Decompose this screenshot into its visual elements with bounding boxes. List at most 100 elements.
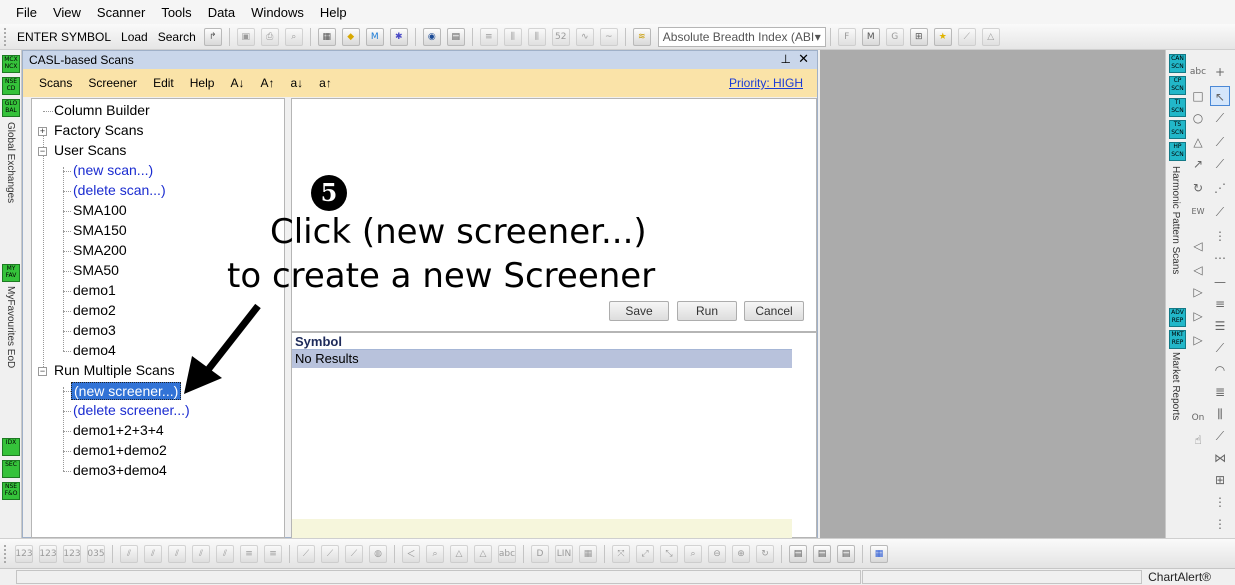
fib-retrace-icon[interactable]: ☰ — [1210, 316, 1230, 336]
tree-column-builder[interactable]: Column Builder — [54, 102, 150, 118]
fan1-icon[interactable]: ⟋ — [297, 544, 315, 563]
nse-cd-badge[interactable]: NSE CD — [2, 77, 20, 95]
pointer-icon[interactable]: ↖ — [1210, 86, 1230, 106]
nav-right3-icon[interactable]: ▷ — [1188, 330, 1208, 350]
run-button[interactable]: Run — [677, 301, 737, 321]
wave-icon[interactable]: ∿ — [575, 27, 594, 46]
tree-scan-item[interactable]: demo3 — [73, 322, 116, 338]
priority-link[interactable]: Priority: HIGH — [721, 76, 811, 90]
menu-help[interactable]: Help — [312, 5, 355, 20]
tree-scan-item[interactable]: SMA100 — [73, 202, 127, 218]
ts-scn-badge[interactable]: TS SCN — [1169, 120, 1186, 139]
nav-left2-icon[interactable]: ◁ — [1188, 260, 1208, 280]
collapse-icon[interactable]: − — [38, 147, 47, 156]
harmonic-pattern-scans-label[interactable]: Harmonic Pattern Scans — [1170, 166, 1181, 274]
globe-icon[interactable]: ◉ — [422, 27, 441, 46]
zoom-icon[interactable]: ⤡ — [660, 544, 678, 563]
curve-icon[interactable]: ↻ — [1188, 178, 1208, 198]
tree-new-screener[interactable]: (new screener...) — [71, 382, 182, 400]
gann-fan-icon[interactable]: ⟋ — [1210, 426, 1230, 446]
lin-icon[interactable]: LIN — [555, 544, 573, 563]
fan3-icon[interactable]: ⟋ — [345, 544, 363, 563]
sec-badge[interactable]: SEC — [2, 460, 20, 478]
network-icon[interactable]: ✱ — [389, 27, 408, 46]
myfav-badge[interactable]: MY FAV — [2, 264, 20, 282]
lines1-icon[interactable]: ≡ — [240, 544, 258, 563]
window-icon[interactable]: ▤ — [446, 27, 465, 46]
arc-icon[interactable]: ◠ — [1210, 360, 1230, 380]
elliott-wave-icon[interactable]: EW — [1188, 202, 1208, 222]
casl-menu-edit[interactable]: Edit — [145, 76, 182, 90]
tree-scan-item[interactable]: SMA50 — [73, 262, 119, 278]
tree-screener-item[interactable]: demo1+2+3+4 — [73, 422, 164, 438]
adv-rep-badge[interactable]: ADV REP — [1169, 308, 1186, 327]
ray-icon[interactable]: ⟋ — [1210, 132, 1230, 152]
triangle-tool-icon[interactable]: △ — [1188, 132, 1208, 152]
wave3-icon[interactable]: ⫽ — [168, 544, 186, 563]
number2-icon[interactable]: 123 — [39, 544, 57, 563]
collapse-icon[interactable]: − — [38, 367, 47, 376]
mkt-rep-badge[interactable]: MKT REP — [1169, 330, 1186, 349]
myfavourites-label[interactable]: MyFavourites EoD — [5, 286, 16, 368]
ma-icon[interactable]: ~ — [599, 27, 618, 46]
tree-screener-item[interactable]: demo3+demo4 — [73, 462, 167, 478]
search-button[interactable]: Search — [153, 28, 201, 46]
idx-badge[interactable]: IDX — [2, 438, 20, 456]
text-tool-icon[interactable]: abc — [1188, 62, 1208, 82]
magnify-chart-icon[interactable]: ⌕ — [426, 544, 444, 563]
chart-area[interactable] — [820, 50, 1165, 538]
nav-left-icon[interactable]: ◁ — [1188, 236, 1208, 256]
hline-tool-icon[interactable]: — — [1210, 272, 1230, 292]
print-preview-icon[interactable]: ⌕ — [284, 27, 303, 46]
arrow-tool-icon[interactable]: ↗ — [1188, 154, 1208, 174]
save-button[interactable]: Save — [609, 301, 669, 321]
wave5-icon[interactable]: ⫽ — [216, 544, 234, 563]
zoom-out-icon[interactable]: ⊖ — [708, 544, 726, 563]
triangle-icon[interactable]: △ — [981, 27, 1000, 46]
casl-menu-scans[interactable]: Scans — [31, 76, 80, 90]
tree-run-multiple-scans[interactable]: Run Multiple Scans — [54, 362, 175, 378]
mcx-badge[interactable]: MCX NCX — [2, 55, 20, 73]
can-scn-badge[interactable]: CAN SCN — [1169, 54, 1186, 73]
menu-file[interactable]: File — [8, 5, 45, 20]
nav-right2-icon[interactable]: ▷ — [1188, 306, 1208, 326]
list-icon[interactable]: ≡ — [479, 27, 498, 46]
channel-icon[interactable]: ⟋ — [1210, 154, 1230, 174]
abc-icon[interactable]: abc — [498, 544, 516, 563]
diamond-icon[interactable]: ◆ — [341, 27, 360, 46]
load-button[interactable]: Load — [116, 28, 153, 46]
ti-scn-badge[interactable]: TI SCN — [1169, 98, 1186, 117]
menu-windows[interactable]: Windows — [243, 5, 312, 20]
doc-icon[interactable]: ▤ — [837, 544, 855, 563]
wave4-icon[interactable]: ⫽ — [192, 544, 210, 563]
channel2-icon[interactable]: ⟋ — [1210, 202, 1230, 222]
fib-ext-icon[interactable]: ≣ — [1210, 382, 1230, 402]
tools-icon[interactable]: ⊞ — [909, 27, 928, 46]
zoom-in-icon[interactable]: ⊕ — [732, 544, 750, 563]
tree-screener-item[interactable]: demo1+demo2 — [73, 442, 167, 458]
lines2-icon[interactable]: ≡ — [264, 544, 282, 563]
on-toggle-icon[interactable]: On — [1188, 408, 1208, 428]
search-icon[interactable]: ⌕ — [684, 544, 702, 563]
data-icon[interactable]: ▦ — [317, 27, 336, 46]
pivot-icon[interactable]: M — [861, 27, 880, 46]
number3-icon[interactable]: 123 — [63, 544, 81, 563]
grid-box-icon[interactable]: ⊞ — [1210, 470, 1230, 490]
toolbar-grip[interactable] — [4, 544, 8, 563]
fan-icon[interactable]: ⟋ — [1210, 338, 1230, 358]
ellipse-icon[interactable]: ○ — [1188, 108, 1208, 128]
sort-az-asc-icon[interactable]: A↑ — [252, 76, 282, 90]
tree-delete-scan[interactable]: (delete scan...) — [73, 182, 166, 198]
triangle-draw2-icon[interactable]: △ — [474, 544, 492, 563]
zoom-expand-icon[interactable]: ⤢ — [636, 544, 654, 563]
menu-scanner[interactable]: Scanner — [89, 5, 153, 20]
zoom-fit-icon[interactable]: ⤧ — [612, 544, 630, 563]
tree-scan-item[interactable]: demo4 — [73, 342, 116, 358]
hand-cursor-icon[interactable]: ☝ — [1188, 430, 1208, 450]
toolbar-grip[interactable] — [4, 27, 8, 46]
bars2-icon[interactable]: ⫼ — [527, 27, 546, 46]
tree-scan-item[interactable]: SMA150 — [73, 222, 127, 238]
cycles-icon[interactable]: ⫼ — [1210, 404, 1230, 424]
tree-factory-scans[interactable]: Factory Scans — [54, 122, 143, 138]
bars-icon[interactable]: ⫼ — [503, 27, 522, 46]
